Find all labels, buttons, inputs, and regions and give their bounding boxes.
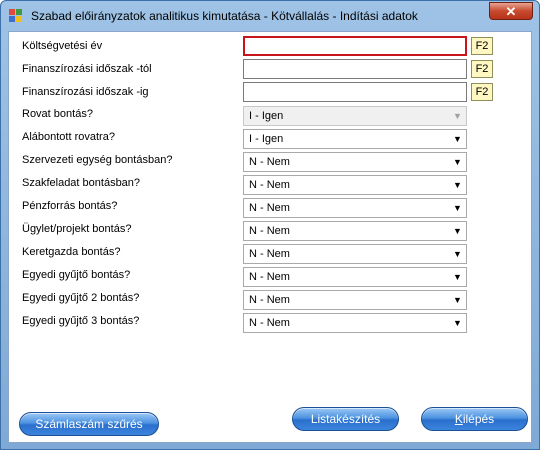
combo-value: N - Nem xyxy=(249,294,290,306)
combo-value: N - Nem xyxy=(249,156,290,168)
szakfeladat-select[interactable]: N - Nem ▼ xyxy=(243,175,467,195)
kilepes-button[interactable]: Kilépés xyxy=(421,407,528,431)
chevron-down-icon[interactable]: ▼ xyxy=(449,176,466,194)
label-egyedi-gyujto: Egyedi gyűjtő bontás? xyxy=(22,269,131,281)
f2-lookup-button-ev[interactable]: F2 xyxy=(471,37,493,55)
label-keretgazda: Keretgazda bontás? xyxy=(22,246,121,258)
egyedi-gyujto-3-select[interactable]: N - Nem ▼ xyxy=(243,313,467,333)
label-szervezeti-egyseg: Szervezeti egység bontásban? xyxy=(22,154,173,166)
keretgazda-select[interactable]: N - Nem ▼ xyxy=(243,244,467,264)
label-finanszirozas-ig: Finanszírozási időszak -ig xyxy=(22,86,149,98)
label-penzforras: Pénzforrás bontás? xyxy=(22,200,118,212)
combo-value: I - Igen xyxy=(249,110,284,122)
combo-value: I - Igen xyxy=(249,133,284,145)
dialog-window: Szabad előirányzatok analitikus kimutatá… xyxy=(0,0,540,450)
combo-value: N - Nem xyxy=(249,317,290,329)
finanszirozas-tol-input[interactable] xyxy=(243,59,467,79)
label-rovat-bontas: Rovat bontás? xyxy=(22,108,93,120)
szervezeti-egyseg-select[interactable]: N - Nem ▼ xyxy=(243,152,467,172)
f2-lookup-button-ig[interactable]: F2 xyxy=(471,83,493,101)
form-panel: Költségvetési év F2 Finanszírozási idősz… xyxy=(8,31,532,443)
chevron-down-icon[interactable]: ▼ xyxy=(449,199,466,217)
combo-value: N - Nem xyxy=(249,225,290,237)
egyedi-gyujto-select[interactable]: N - Nem ▼ xyxy=(243,267,467,287)
koltsegvetesi-ev-input[interactable] xyxy=(243,36,467,56)
chevron-down-icon[interactable]: ▼ xyxy=(449,245,466,263)
chevron-down-icon[interactable]: ▼ xyxy=(449,222,466,240)
close-button[interactable]: ✕ xyxy=(489,2,533,20)
label-egyedi-gyujto-2: Egyedi gyűjtő 2 bontás? xyxy=(22,292,140,304)
szamlaszam-szures-button[interactable]: Számlaszám szűrés xyxy=(19,412,159,436)
app-grid-icon[interactable] xyxy=(9,9,23,23)
kilepes-label: ilépés xyxy=(462,412,495,426)
combo-value: N - Nem xyxy=(249,179,290,191)
ugylet-projekt-select[interactable]: N - Nem ▼ xyxy=(243,221,467,241)
combo-value: N - Nem xyxy=(249,202,290,214)
listakeszites-button[interactable]: Listakészítés xyxy=(292,407,399,431)
chevron-down-icon: ▼ xyxy=(453,111,462,121)
combo-value: N - Nem xyxy=(249,248,290,260)
chevron-down-icon[interactable]: ▼ xyxy=(449,314,466,332)
label-ugylet-projekt: Ügylet/projekt bontás? xyxy=(22,223,132,235)
label-egyedi-gyujto-3: Egyedi gyűjtő 3 bontás? xyxy=(22,315,140,327)
chevron-down-icon[interactable]: ▼ xyxy=(449,153,466,171)
chevron-down-icon[interactable]: ▼ xyxy=(449,130,466,148)
label-alabontott-rovat: Alábontott rovatra? xyxy=(22,131,115,143)
window-title: Szabad előirányzatok analitikus kimutatá… xyxy=(31,9,418,23)
egyedi-gyujto-2-select[interactable]: N - Nem ▼ xyxy=(243,290,467,310)
f2-lookup-button-tol[interactable]: F2 xyxy=(471,60,493,78)
alabontott-rovat-select[interactable]: I - Igen ▼ xyxy=(243,129,467,149)
label-koltsegvetesi-ev: Költségvetési év xyxy=(22,40,103,52)
title-bar[interactable]: Szabad előirányzatok analitikus kimutatá… xyxy=(1,1,539,31)
label-szakfeladat: Szakfeladat bontásban? xyxy=(22,177,141,189)
kilepes-accesskey: K xyxy=(454,412,463,426)
finanszirozas-ig-input[interactable] xyxy=(243,82,467,102)
chevron-down-icon[interactable]: ▼ xyxy=(449,268,466,286)
rovat-bontas-select: I - Igen ▼ xyxy=(243,106,467,126)
combo-value: N - Nem xyxy=(249,271,290,283)
chevron-down-icon[interactable]: ▼ xyxy=(449,291,466,309)
label-finanszirozas-tol: Finanszírozási időszak -tól xyxy=(22,63,152,75)
penzforras-select[interactable]: N - Nem ▼ xyxy=(243,198,467,218)
